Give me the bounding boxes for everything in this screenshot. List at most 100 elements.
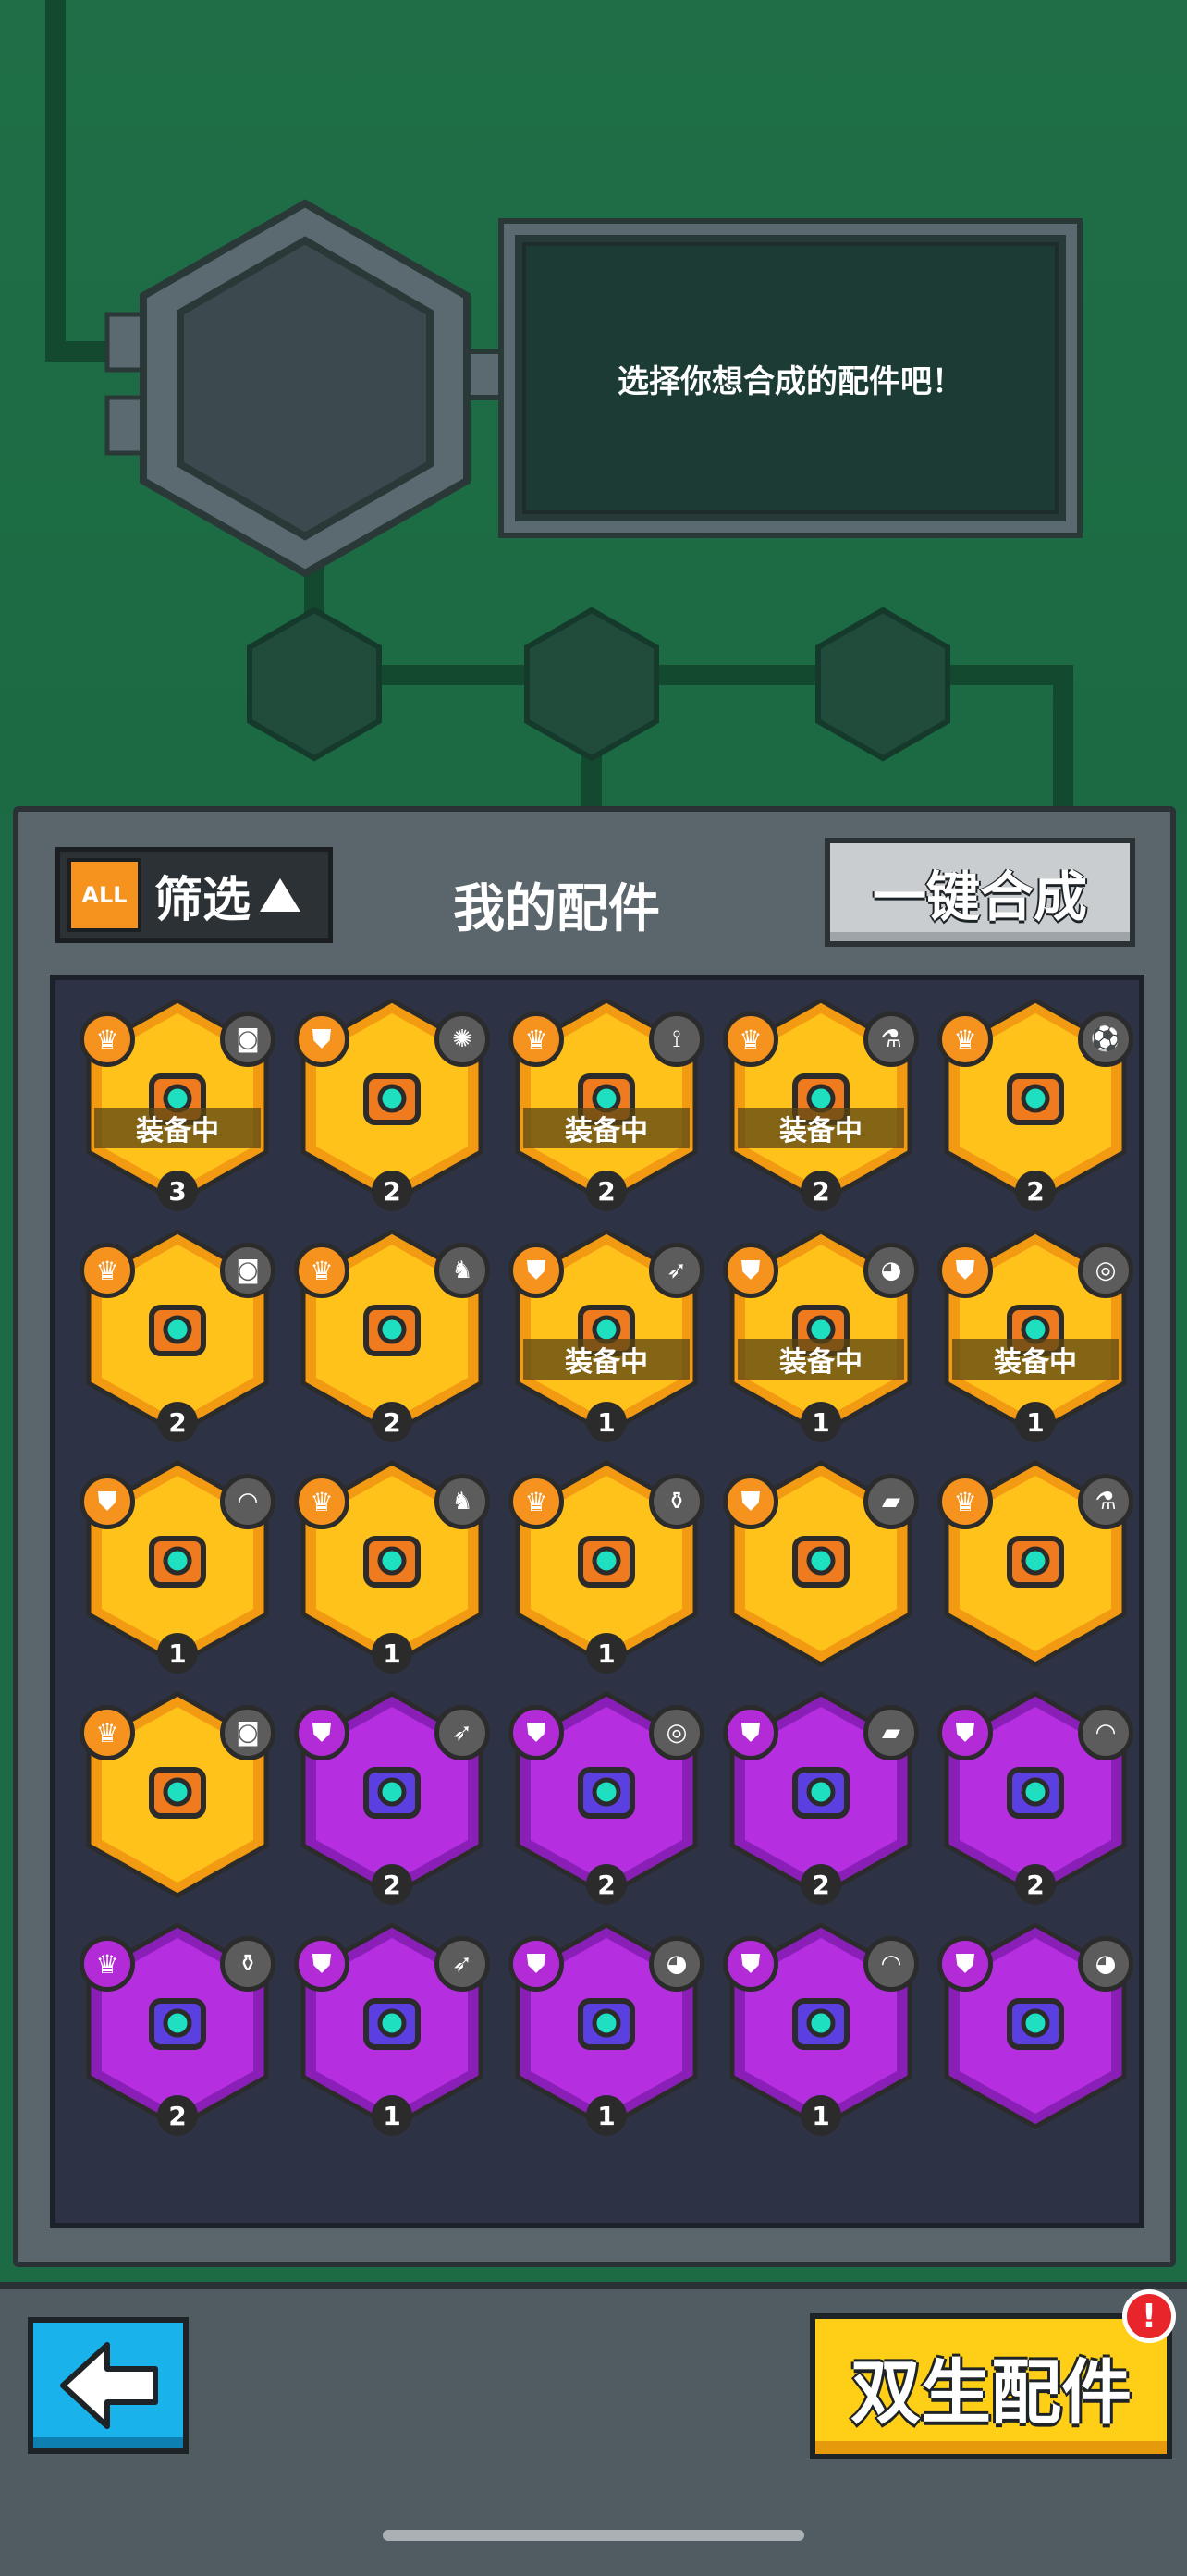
shield-icon: ⛊ (723, 1705, 778, 1760)
crown-icon: ♛ (937, 1012, 993, 1067)
triangle-up-icon (260, 878, 301, 912)
part-icon (1007, 1998, 1064, 2050)
part-card[interactable]: ⛊ ▰ (714, 1452, 928, 1683)
part-card[interactable]: ⛊ ◠ 2 (928, 1683, 1139, 1914)
part-card[interactable]: ♛ ◙ 装备中 3 (70, 989, 285, 1221)
part-card[interactable]: ⛊ ◎ 装备中 1 (928, 1221, 1139, 1452)
camera-icon: ◙ (220, 1243, 275, 1298)
shield-icon: ⛊ (80, 1474, 135, 1529)
level-badge: 2 (157, 1402, 198, 1442)
part-icon (363, 1998, 421, 2050)
boot-icon: ♞ (434, 1243, 490, 1298)
part-card[interactable]: ⛊ ➶ 2 (285, 1683, 499, 1914)
message-screen: 选择你想合成的配件吧！ (498, 218, 1083, 538)
back-arrow-icon (60, 2342, 158, 2429)
part-card[interactable]: ♛ ⚱ 1 (499, 1452, 714, 1683)
part-icon (578, 1767, 635, 1819)
part-card[interactable]: ⛊ ✺ 2 (285, 989, 499, 1221)
part-card[interactable]: ⛊ ◎ 2 (499, 1683, 714, 1914)
equipped-label: 装备中 (523, 1339, 690, 1380)
part-card[interactable]: ⛊ ➶ 装备中 1 (499, 1221, 714, 1452)
part-card[interactable]: ⛊ ➶ 1 (285, 1914, 499, 2145)
crown-icon: ♛ (723, 1012, 778, 1067)
part-card[interactable]: ♛ ♞ 2 (285, 1221, 499, 1452)
rocket-icon: ➶ (434, 1936, 490, 1992)
crown-icon: ♛ (294, 1474, 349, 1529)
twin-parts-button[interactable]: 双生配件 (810, 2313, 1172, 2459)
part-card[interactable]: ⛊ ◠ 1 (714, 1914, 928, 2145)
message-text: 选择你想合成的配件吧！ (618, 362, 963, 400)
part-card[interactable]: ♛ ⚗ 装备中 2 (714, 989, 928, 1221)
part-icon (1007, 1767, 1064, 1819)
level-badge: 2 (586, 1864, 627, 1905)
shield-icon: ⛊ (508, 1705, 564, 1760)
part-card[interactable]: ♛ ◙ 2 (70, 1221, 285, 1452)
level-badge: 1 (586, 1402, 627, 1442)
part-card[interactable]: ♛ ⚗ (928, 1452, 1139, 1683)
shield-icon: ⛊ (723, 1474, 778, 1529)
potion-icon: ⚗ (863, 1012, 919, 1067)
part-card[interactable]: ♛ ♞ 1 (285, 1452, 499, 1683)
level-badge: 2 (801, 1171, 841, 1211)
filter-all-badge: ALL (67, 858, 141, 932)
virus-icon: ✺ (434, 1012, 490, 1067)
level-badge: 2 (1015, 1171, 1056, 1211)
part-icon (363, 1767, 421, 1819)
part-card[interactable]: ⛊ ◠ 1 (70, 1452, 285, 1683)
merge-all-button[interactable]: 一键合成 (825, 838, 1135, 947)
part-icon (1007, 1073, 1064, 1125)
crown-icon: ♛ (80, 1243, 135, 1298)
bottle-icon: ⚱ (649, 1474, 704, 1529)
part-card[interactable]: ⛊ ◕ 装备中 1 (714, 1221, 928, 1452)
bottle-icon: ⚱ (220, 1936, 275, 1992)
level-badge: 2 (801, 1864, 841, 1905)
target-icon: ◎ (1078, 1243, 1133, 1298)
part-icon (1007, 1536, 1064, 1588)
part-card[interactable]: ⛊ ◕ 1 (499, 1914, 714, 2145)
melon-icon: ◕ (863, 1243, 919, 1298)
level-badge: 1 (372, 2095, 412, 2136)
part-icon (792, 1998, 850, 2050)
arc-icon: ◠ (1078, 1705, 1133, 1760)
part-icon (792, 1536, 850, 1588)
part-icon (149, 1998, 206, 2050)
back-button[interactable] (28, 2317, 189, 2454)
shield-icon: ⛊ (508, 1243, 564, 1298)
equipped-label: 装备中 (738, 1339, 904, 1380)
part-icon (578, 1536, 635, 1588)
level-badge: 1 (1015, 1402, 1056, 1442)
alert-badge: ! (1122, 2289, 1176, 2343)
level-badge: 3 (157, 1171, 198, 1211)
part-card[interactable]: ♛ ⚱ 2 (70, 1914, 285, 2145)
level-badge: 1 (372, 1633, 412, 1674)
crown-icon: ♛ (80, 1936, 135, 1992)
crown-icon: ♛ (937, 1474, 993, 1529)
level-badge: 2 (372, 1171, 412, 1211)
shield-icon: ⛊ (294, 1012, 349, 1067)
home-indicator (383, 2530, 804, 2541)
ball-icon: ⚽ (1078, 1012, 1133, 1067)
filter-button[interactable]: ALL 筛选 (55, 847, 333, 943)
part-icon (792, 1767, 850, 1819)
level-badge: 2 (372, 1864, 412, 1905)
level-badge: 2 (586, 1171, 627, 1211)
part-card[interactable]: ♛ ⚽ 2 (928, 989, 1139, 1221)
part-card[interactable]: ⛊ ◕ (928, 1914, 1139, 2145)
level-badge: 2 (157, 2095, 198, 2136)
part-card[interactable]: ♛ ⟟ 装备中 2 (499, 989, 714, 1221)
level-badge: 2 (1015, 1864, 1056, 1905)
melon-icon: ◕ (649, 1936, 704, 1992)
crown-icon: ♛ (294, 1243, 349, 1298)
arc-icon: ◠ (220, 1474, 275, 1529)
target-icon: ◎ (649, 1705, 704, 1760)
part-icon (149, 1536, 206, 1588)
level-badge: 1 (586, 2095, 627, 2136)
brick-icon: ▰ (863, 1705, 919, 1760)
shield-icon: ⛊ (294, 1705, 349, 1760)
level-badge: 1 (157, 1633, 198, 1674)
part-card[interactable]: ♛ ◙ (70, 1683, 285, 1914)
equipped-label: 装备中 (94, 1108, 261, 1148)
boot-icon: ♞ (434, 1474, 490, 1529)
potion-icon: ⚗ (1078, 1474, 1133, 1529)
part-card[interactable]: ⛊ ▰ 2 (714, 1683, 928, 1914)
